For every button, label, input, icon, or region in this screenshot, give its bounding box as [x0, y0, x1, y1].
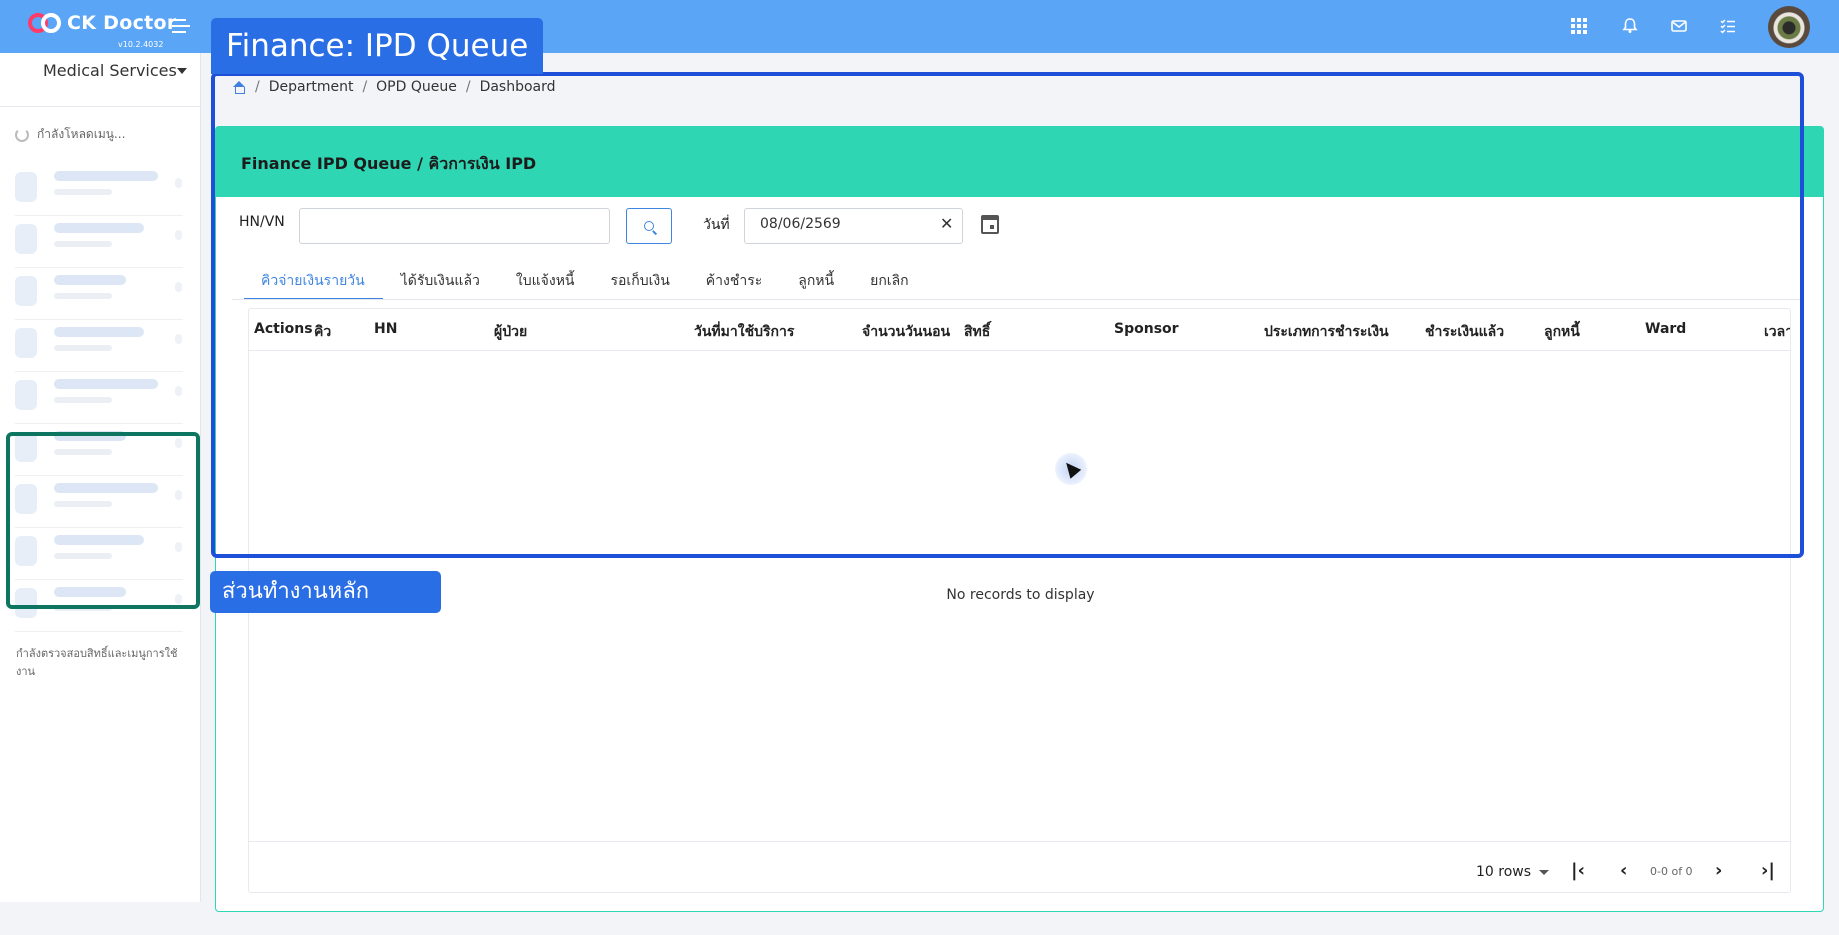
- menu-skeleton-item: [15, 320, 183, 372]
- first-page-icon[interactable]: |‹: [1571, 860, 1585, 881]
- mouse-cursor-icon: [1055, 453, 1087, 485]
- menu-skeleton-item: [15, 216, 183, 268]
- menu-toggle-icon[interactable]: [172, 19, 190, 33]
- work-area-annotation-tag: ส่วนทำงานหลัก: [210, 571, 441, 613]
- permission-check-text: กำลังตรวจสอบสิทธิ์และเมนูการใช้งาน: [16, 647, 178, 678]
- loading-text: กำลังโหลดเมนู...: [37, 127, 126, 141]
- user-avatar[interactable]: [1768, 6, 1810, 48]
- bell-icon[interactable]: [1620, 16, 1640, 36]
- chevron-down-icon[interactable]: [1539, 870, 1549, 875]
- spinner-icon: [15, 127, 29, 142]
- empty-message: No records to display: [946, 587, 1095, 603]
- app-version: v10.2.4032: [118, 40, 164, 49]
- sidebar-highlight-box: [6, 432, 200, 609]
- mail-icon[interactable]: [1669, 16, 1689, 36]
- next-page-icon[interactable]: ›: [1715, 860, 1722, 881]
- last-page-icon[interactable]: ›|: [1761, 860, 1775, 881]
- menu-loading: กำลังโหลดเมนู...: [15, 125, 125, 144]
- app-name: CK Doctor: [67, 12, 177, 34]
- menu-skeleton-item: [15, 268, 183, 320]
- menu-skeleton-item: [15, 164, 183, 216]
- app-logo[interactable]: CK Doctor: [28, 12, 177, 34]
- page-annotation-tag: Finance: IPD Queue: [211, 18, 544, 74]
- rows-per-page-select[interactable]: 10 rows: [1476, 864, 1531, 880]
- page-info: 0-0 of 0: [1650, 865, 1693, 878]
- logo-icon: [28, 12, 62, 34]
- module-title[interactable]: Medical Services: [43, 61, 177, 80]
- previous-page-icon[interactable]: ‹: [1620, 860, 1627, 881]
- task-list-icon[interactable]: [1718, 16, 1738, 36]
- sidebar-header[interactable]: Medical Services: [0, 53, 200, 107]
- module-grid-icon[interactable]: [14, 63, 34, 83]
- main-area-highlight-box: [211, 72, 1804, 558]
- chevron-down-icon[interactable]: [177, 68, 187, 74]
- menu-skeleton-item: [15, 372, 183, 424]
- pagination: 10 rows |‹ ‹ 0-0 of 0 › ›|: [249, 841, 1790, 892]
- apps-grid-icon[interactable]: [1569, 16, 1589, 36]
